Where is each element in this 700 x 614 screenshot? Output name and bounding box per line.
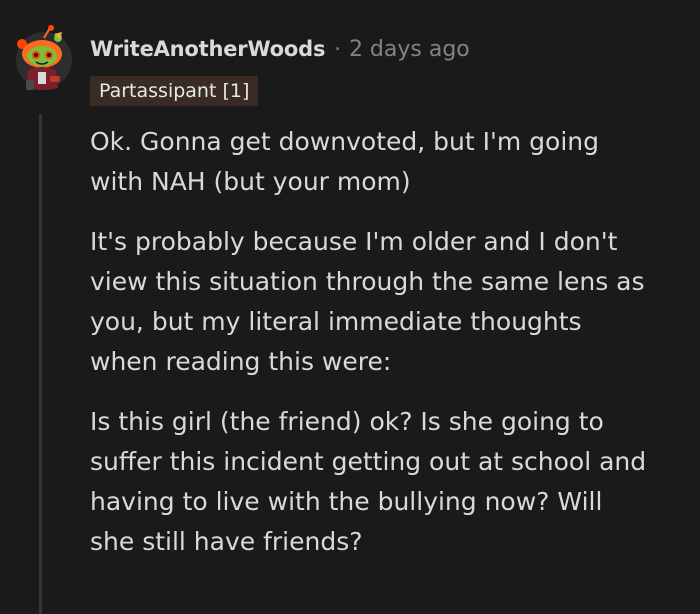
user-flair: Partassipant [1]: [90, 76, 259, 106]
text-line: having to live with the bullying now? Wi…: [90, 487, 603, 516]
paragraph: It's probably because I'm older and I do…: [90, 222, 690, 382]
text-line: It's probably because I'm older and I do…: [90, 227, 618, 256]
text-line: you, but my literal immediate thoughts: [90, 307, 582, 336]
separator-dot: ·: [334, 37, 341, 61]
comment: WriteAnotherWoods · 2 days ago Partassip…: [0, 0, 700, 614]
comment-header: WriteAnotherWoods · 2 days ago: [90, 34, 470, 64]
text-line: view this situation through the same len…: [90, 267, 645, 296]
text-line: Is this girl (the friend) ok? Is she goi…: [90, 407, 604, 436]
username-link[interactable]: WriteAnotherWoods: [90, 37, 325, 61]
text-line: when reading this were:: [90, 347, 392, 376]
thread-line[interactable]: [39, 114, 42, 614]
text-line: with NAH (but your mom): [90, 167, 411, 196]
paragraph: Ok. Gonna get downvoted, but I'm going w…: [90, 122, 690, 202]
paragraph: Is this girl (the friend) ok? Is she goi…: [90, 402, 690, 562]
text-line: she still have friends?: [90, 527, 363, 556]
snoo-avatar-icon: [16, 25, 72, 90]
comment-body: Ok. Gonna get downvoted, but I'm going w…: [90, 122, 690, 582]
timestamp[interactable]: 2 days ago: [349, 37, 470, 62]
avatar[interactable]: [14, 24, 74, 96]
text-line: Ok. Gonna get downvoted, but I'm going: [90, 127, 599, 156]
text-line: suffer this incident getting out at scho…: [90, 447, 647, 476]
